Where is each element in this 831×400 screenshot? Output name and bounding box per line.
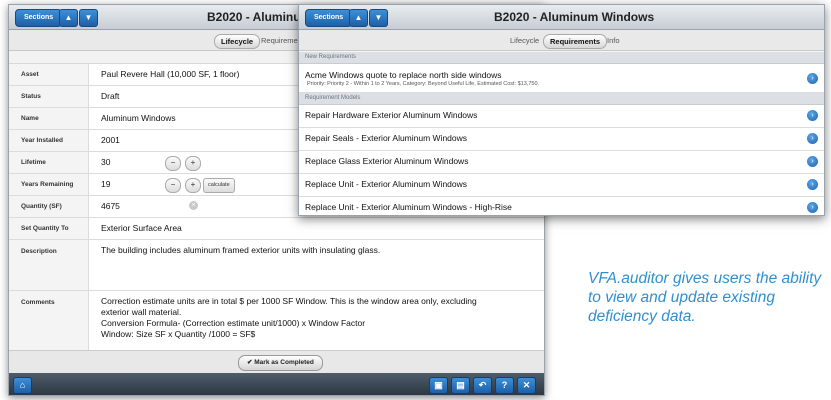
chevron-right-icon[interactable]: › <box>807 156 818 167</box>
chevron-right-icon[interactable]: › <box>807 73 818 84</box>
requirement-models-header: Requirement Models <box>299 93 824 105</box>
chevron-right-icon[interactable]: › <box>807 133 818 144</box>
marketing-caption: VFA.auditor gives users the ability to v… <box>588 270 822 325</box>
model-label: Repair Seals - Exterior Aluminum Windows <box>305 133 468 143</box>
comments-line: exterior wall material. <box>101 307 182 317</box>
page-title: B2020 - Aluminum Windows <box>494 10 655 24</box>
years-remaining-decrement-button[interactable]: − <box>165 178 181 193</box>
years-remaining-increment-button[interactable]: + <box>185 178 201 193</box>
down-arrow-icon: ▼ <box>374 13 383 22</box>
comments-line: Window: Size SF x Quantity /1000 = SF$ <box>101 329 256 339</box>
lock-icon: ▣ <box>434 380 443 390</box>
list-item[interactable]: Repair Seals - Exterior Aluminum Windows… <box>299 128 824 151</box>
form-row-description: Description The building includes alumin… <box>9 240 544 291</box>
checkmark-icon: ✔ <box>247 359 253 366</box>
chevron-right-icon[interactable]: › <box>807 202 818 213</box>
help-button[interactable]: ? <box>495 377 514 394</box>
field-label: Years Remaining <box>9 174 89 195</box>
previous-arrow-button[interactable]: ▲ <box>59 9 78 27</box>
field-label: Name <box>9 108 89 129</box>
notes-button[interactable]: ▤ <box>451 377 470 394</box>
list-item[interactable]: Repair Hardware Exterior Aluminum Window… <box>299 105 824 128</box>
list-item[interactable]: Replace Unit - Exterior Aluminum Windows… <box>299 174 824 197</box>
clear-icon[interactable]: × <box>189 201 198 210</box>
notes-icon: ▤ <box>456 380 465 390</box>
completion-bar: ✔ Mark as Completed <box>9 350 544 373</box>
page-title: B2020 - Aluminum <box>207 10 312 24</box>
title-bar: Sections ▲ ▼ B2020 - Aluminum Windows <box>299 5 824 30</box>
calculate-button[interactable]: calculate <box>203 178 235 193</box>
sections-button[interactable]: Sections <box>15 9 63 27</box>
field-label: Description <box>9 240 89 290</box>
set-quantity-select[interactable]: Exterior Surface Area <box>101 218 182 239</box>
model-label: Replace Unit - Exterior Aluminum Windows… <box>305 202 512 212</box>
mark-as-completed-button[interactable]: ✔ Mark as Completed <box>238 355 323 371</box>
requirements-panel: Sections ▲ ▼ B2020 - Aluminum Windows Li… <box>298 4 825 216</box>
field-label: Year Installed <box>9 130 89 151</box>
model-label: Replace Unit - Exterior Aluminum Windows <box>305 179 468 189</box>
help-icon: ? <box>501 380 508 390</box>
lock-button[interactable]: ▣ <box>429 377 448 394</box>
new-requirements-header: New Requirements <box>299 52 824 64</box>
lifetime-decrement-button[interactable]: − <box>165 156 181 171</box>
tab-requirements[interactable]: Requireme <box>255 34 304 47</box>
field-label: Set Quantity To <box>9 218 89 239</box>
name-field[interactable]: Aluminum Windows <box>101 108 176 129</box>
comments-line: Conversion Formula- (Correction estimate… <box>101 318 366 328</box>
mark-as-completed-label: Mark as Completed <box>254 359 314 366</box>
field-label: Asset <box>9 64 89 85</box>
tools-icon: ✕ <box>522 380 531 390</box>
home-button[interactable]: ⌂ <box>13 377 32 394</box>
requirement-detail: Priority: Priority 2 - Within 1 to 2 Yea… <box>307 81 540 87</box>
comments-field[interactable]: Correction estimate units are in total $… <box>101 291 521 340</box>
next-arrow-button[interactable]: ▼ <box>79 9 98 27</box>
model-label: Repair Hardware Exterior Aluminum Window… <box>305 110 478 120</box>
up-arrow-icon: ▲ <box>64 13 73 22</box>
requirement-title: Acme Windows quote to replace north side… <box>305 70 502 80</box>
comments-line: Correction estimate units are in total $… <box>101 296 477 306</box>
years-remaining-field[interactable]: 19 <box>101 174 110 195</box>
tab-bar: Lifecycle Requirements Info <box>299 30 824 51</box>
tab-lifecycle[interactable]: Lifecycle <box>504 34 545 47</box>
list-item[interactable]: Replace Glass Exterior Aluminum Windows … <box>299 151 824 174</box>
next-arrow-button[interactable]: ▼ <box>369 9 388 27</box>
chevron-right-icon[interactable]: › <box>807 179 818 190</box>
form-row-set-quantity: Set Quantity To Exterior Surface Area <box>9 218 544 240</box>
home-icon: ⌂ <box>19 380 26 390</box>
undo-button[interactable]: ↶ <box>473 377 492 394</box>
tab-requirements[interactable]: Requirements <box>543 34 608 49</box>
list-item[interactable]: Acme Windows quote to replace north side… <box>299 64 824 93</box>
field-label: Status <box>9 86 89 107</box>
lifetime-increment-button[interactable]: + <box>185 156 201 171</box>
sections-button[interactable]: Sections <box>305 9 353 27</box>
previous-arrow-button[interactable]: ▲ <box>349 9 368 27</box>
undo-icon: ↶ <box>478 380 487 390</box>
field-label: Lifetime <box>9 152 89 173</box>
asset-value[interactable]: Paul Revere Hall (10,000 SF, 1 floor) <box>101 64 239 85</box>
lifetime-field[interactable]: 30 <box>101 152 110 173</box>
tab-info[interactable]: Info <box>601 34 626 47</box>
model-label: Replace Glass Exterior Aluminum Windows <box>305 156 469 166</box>
tools-button[interactable]: ✕ <box>517 377 536 394</box>
quantity-field[interactable]: 4675 <box>101 196 120 217</box>
bottom-toolbar: ⌂ ▣ ▤ ↶ ? ✕ <box>9 373 544 395</box>
up-arrow-icon: ▲ <box>354 13 363 22</box>
field-label: Quantity (SF) <box>9 196 89 217</box>
tab-lifecycle[interactable]: Lifecycle <box>214 34 261 49</box>
status-value[interactable]: Draft <box>101 86 119 107</box>
description-field[interactable]: The building includes aluminum framed ex… <box>101 240 521 256</box>
list-item[interactable]: Replace Unit - Exterior Aluminum Windows… <box>299 197 824 215</box>
chevron-right-icon[interactable]: › <box>807 110 818 121</box>
year-installed-field[interactable]: 2001 <box>101 130 120 151</box>
down-arrow-icon: ▼ <box>84 13 93 22</box>
